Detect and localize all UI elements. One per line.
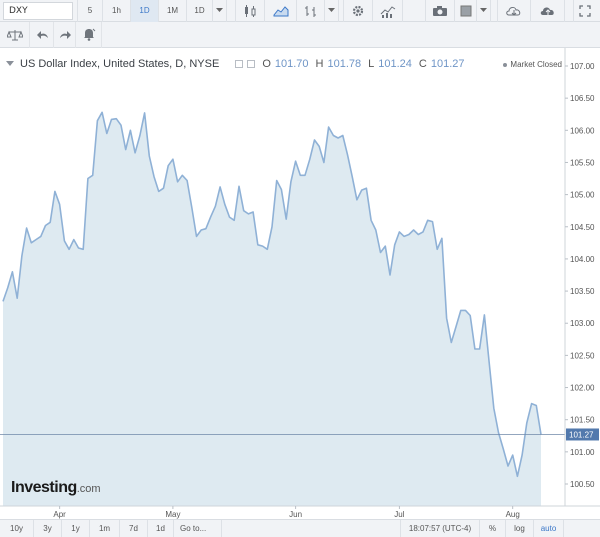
high-key: H	[315, 58, 324, 70]
close-key: C	[418, 58, 427, 70]
y-tick-label: 105.50	[570, 158, 595, 167]
y-tick-label: 101.50	[570, 416, 595, 425]
bottom-toolbar: 10y 3y 1y 1m 7d 1d Go to... 18:07:57 (UT…	[0, 519, 600, 537]
y-tick-label: 103.00	[570, 319, 595, 328]
x-tick-label: Jul	[394, 510, 404, 519]
y-axis: 107.00 106.50 106.00 105.50 105.00 104.50 104.…	[564, 48, 599, 506]
chevron-down-icon[interactable]	[325, 0, 339, 22]
cloud-download-icon[interactable]	[497, 0, 531, 22]
open-value: 101.70	[274, 58, 309, 70]
symbol-input[interactable]: DXY	[3, 1, 73, 20]
range-7d-button[interactable]: 7d	[120, 519, 148, 537]
undo-icon[interactable]	[32, 21, 54, 48]
chart-area[interactable]: 107.00 106.50 106.00 105.50 105.00 104.50 104.…	[0, 48, 600, 519]
top-toolbar: DXY 5 1h 1D 1M 1D	[0, 0, 600, 22]
y-tick-label: 106.50	[570, 94, 595, 103]
price-chart[interactable]: 107.00 106.50 106.00 105.50 105.00 104.50 104.…	[0, 48, 600, 519]
x-tick-label: May	[165, 510, 180, 519]
x-tick-label: Apr	[53, 510, 66, 519]
range-1y-button[interactable]: 1y	[62, 519, 90, 537]
redo-icon[interactable]	[54, 21, 76, 48]
open-key: O	[262, 58, 271, 70]
settings-square-icon[interactable]	[235, 60, 244, 68]
y-tick-label: 105.00	[570, 191, 595, 200]
indicators-icon[interactable]	[373, 0, 403, 22]
y-tick-label: 106.00	[570, 126, 595, 135]
interval-1d-button[interactable]: 1D	[131, 0, 159, 22]
y-tick-label: 104.00	[570, 255, 595, 264]
y-tick-label: 103.50	[570, 287, 595, 296]
clock-time: 18:07:57 (UTC-4)	[400, 519, 480, 537]
candles-icon[interactable]	[235, 0, 265, 22]
cloud-upload-icon[interactable]	[531, 0, 565, 22]
bottom-spacer	[222, 520, 400, 537]
x-axis: AprMayJunJulAugSep	[0, 505, 600, 519]
range-10y-button[interactable]: 10y	[0, 519, 34, 537]
y-tick-label: 104.50	[570, 223, 595, 232]
close-square-icon[interactable]	[247, 60, 256, 68]
y-tick-label: 100.50	[570, 480, 595, 489]
color-square-icon[interactable]	[455, 0, 477, 22]
investing-logo: Investing .com	[11, 479, 101, 497]
legend-title: US Dollar Index, United States, D, NYSE	[20, 58, 220, 70]
interval-1h-button[interactable]: 1h	[103, 0, 131, 22]
range-1m-button[interactable]: 1m	[90, 519, 120, 537]
y-tick-label: 102.50	[570, 351, 595, 360]
x-tick-label: Aug	[506, 510, 520, 519]
close-value: 101.27	[430, 58, 465, 70]
x-tick-label: Jun	[289, 510, 302, 519]
fullscreen-icon[interactable]	[573, 0, 595, 22]
last-price-label: 101.27	[569, 430, 594, 439]
alert-bell-icon[interactable]	[76, 21, 102, 48]
area-chart-icon[interactable]	[265, 0, 297, 22]
low-key: L	[368, 58, 375, 70]
interval-5m-button[interactable]: 5	[77, 0, 103, 22]
market-status-text: Market Closed	[510, 60, 562, 69]
drawing-toolbar	[0, 21, 600, 48]
range-1d-button[interactable]: 1d	[148, 519, 174, 537]
goto-button[interactable]: Go to...	[174, 519, 222, 537]
scales-icon[interactable]	[0, 21, 30, 48]
market-status: Market Closed	[503, 60, 562, 69]
auto-toggle[interactable]: auto	[534, 519, 564, 537]
camera-icon[interactable]	[425, 0, 455, 22]
chevron-down-icon[interactable]	[477, 0, 491, 22]
chevron-down-icon[interactable]	[213, 0, 227, 22]
collapse-chevron-icon[interactable]	[6, 61, 14, 67]
log-toggle[interactable]: log	[506, 519, 534, 537]
logo-suffix: .com	[76, 483, 101, 495]
chart-legend: US Dollar Index, United States, D, NYSE …	[6, 58, 465, 70]
bar-chart-type-icon[interactable]	[297, 0, 325, 22]
low-value: 101.24	[378, 58, 412, 70]
range-3y-button[interactable]: 3y	[34, 519, 62, 537]
status-dot-icon	[503, 62, 508, 67]
percent-toggle[interactable]: %	[480, 519, 506, 537]
interval-1m-button[interactable]: 1M	[159, 0, 187, 22]
y-tick-label: 101.00	[570, 448, 595, 457]
y-tick-label: 107.00	[570, 62, 595, 71]
logo-brand: Investing	[11, 479, 77, 496]
high-value: 101.78	[327, 58, 362, 70]
y-tick-label: 102.00	[570, 384, 595, 393]
interval-dropdown-button[interactable]: 1D	[187, 0, 213, 22]
gear-icon[interactable]	[343, 0, 373, 22]
